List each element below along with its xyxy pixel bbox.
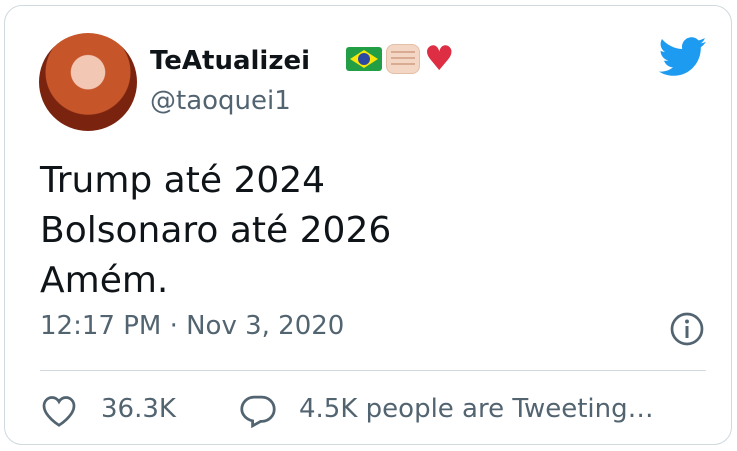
- tweeting-count-link[interactable]: 4.5K people are Tweeting…: [299, 394, 654, 424]
- reply-icon[interactable]: [239, 394, 277, 428]
- divider: [40, 370, 706, 371]
- tweet-card: TeAtualizei ♥ @taoquei1 Trump até 2024 B…: [4, 5, 732, 445]
- like-count[interactable]: 36.3K: [101, 394, 176, 424]
- avatar[interactable]: [39, 33, 137, 131]
- info-icon[interactable]: [669, 311, 705, 347]
- tweet-line: Bolsonaro até 2026: [40, 210, 392, 251]
- author-name[interactable]: TeAtualizei: [150, 46, 310, 76]
- tweet-line: Trump até 2024: [40, 160, 326, 201]
- brazil-flag-icon: [346, 47, 382, 71]
- author-handle[interactable]: @taoquei1: [150, 86, 291, 116]
- name-emojis: ♥: [346, 39, 455, 79]
- twitter-bird-icon[interactable]: [659, 37, 707, 77]
- heart-icon[interactable]: [41, 394, 77, 428]
- red-heart-icon: ♥: [424, 39, 455, 79]
- tweet-line: Amém.: [40, 260, 169, 301]
- tweet-timestamp[interactable]: 12:17 PM · Nov 3, 2020: [40, 311, 344, 341]
- tweet-text: Trump até 2024 Bolsonaro até 2026 Amém.: [40, 156, 391, 306]
- fist-icon: [386, 44, 420, 74]
